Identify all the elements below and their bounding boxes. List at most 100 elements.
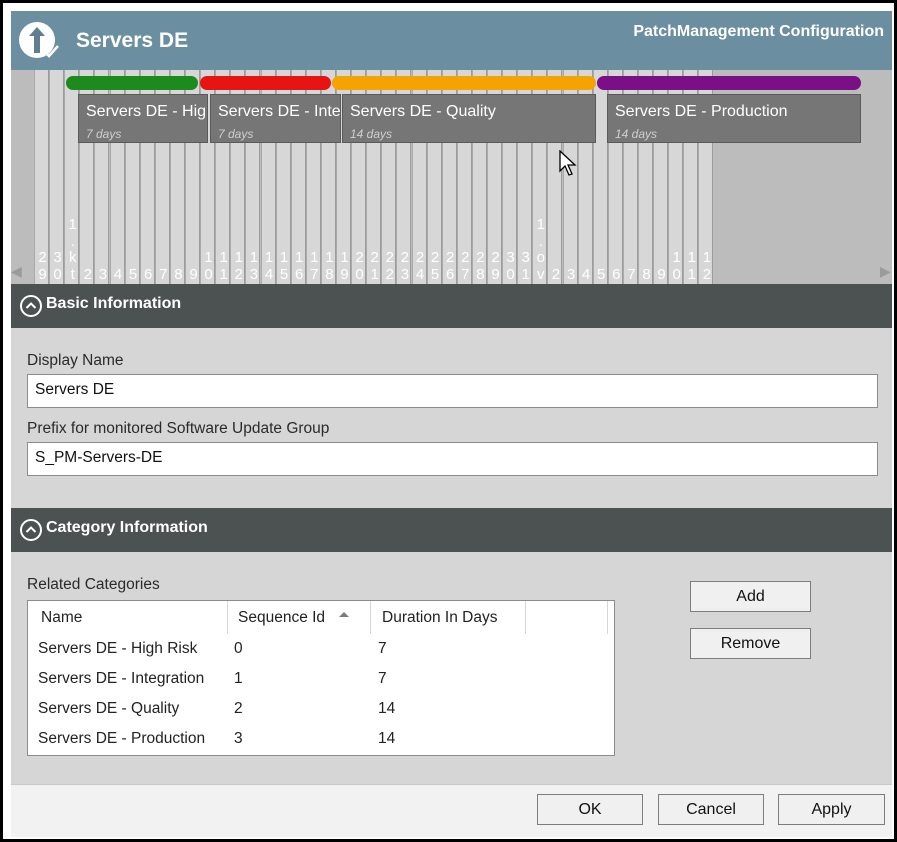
timeline-day-label: 14 <box>264 249 274 283</box>
timeline-day-label: 30 <box>53 249 62 283</box>
timeline-day-label: 6 <box>612 265 621 283</box>
timeline-day-label: 9 <box>189 265 198 283</box>
timeline-phase-name: Servers DE - Production <box>615 103 788 120</box>
timeline-phase-block[interactable]: Servers DE - Quality 14 days <box>342 94 596 143</box>
cell-sequence: 0 <box>234 640 243 657</box>
timeline-day-label: 17 <box>310 249 319 283</box>
cell-sequence: 3 <box>234 730 243 747</box>
timeline-day-label: 12 <box>702 249 712 283</box>
apply-button[interactable]: Apply <box>778 794 885 825</box>
timeline-phase-days: 7 days <box>218 127 254 141</box>
timeline-phase-name: Servers DE - Inte <box>218 103 341 120</box>
timeline-day-label: 1.ov <box>536 216 545 283</box>
timeline-day-label: 10 <box>672 249 681 283</box>
basic-information-header[interactable]: Basic Information <box>11 284 892 328</box>
timeline-day-label: 28 <box>476 249 485 283</box>
remove-button[interactable]: Remove <box>690 628 811 659</box>
cell-duration: 7 <box>378 640 387 657</box>
cell-name: Servers DE - Integration <box>38 670 205 687</box>
cell-duration: 14 <box>378 700 396 717</box>
ok-button[interactable]: OK <box>537 794 643 825</box>
column-header-duration[interactable]: Duration In Days <box>371 601 526 634</box>
collapse-chevron-icon[interactable] <box>20 519 42 541</box>
column-header-sequence-id[interactable]: Sequence Id <box>228 601 371 634</box>
timeline-phase-bar[interactable] <box>66 76 198 90</box>
timeline-day-label: 9 <box>657 265 666 283</box>
timeline-day-label: 30 <box>506 249 515 283</box>
timeline-day-label: 26 <box>446 249 455 283</box>
column-header-name[interactable]: Name <box>28 601 228 634</box>
column-header-label: Sequence Id <box>238 609 326 626</box>
table-row[interactable]: Servers DE - Production 3 14 <box>28 724 614 754</box>
timeline-day-label: 1.kt <box>68 216 77 283</box>
dialog-footer: OK Cancel Apply <box>11 784 892 837</box>
timeline-day-label: 8 <box>174 265 183 283</box>
timeline-phase-bar[interactable] <box>332 76 596 90</box>
mouse-cursor-icon <box>559 150 577 176</box>
sort-ascending-icon <box>339 612 349 617</box>
add-button[interactable]: Add <box>690 581 811 612</box>
timeline-day-label: 7 <box>159 265 168 283</box>
timeline-phase-name: Servers DE - Quality <box>350 103 496 120</box>
window-header: Servers DE PatchManagement Configuration <box>11 11 892 70</box>
app-name: PatchManagement Configuration <box>633 23 884 40</box>
section-title: Category Information <box>46 519 208 536</box>
collapse-chevron-icon[interactable] <box>20 295 42 317</box>
category-information-header[interactable]: Category Information <box>11 508 892 552</box>
timeline-day-column: 29 <box>34 70 49 284</box>
timeline-day-label: 7 <box>627 265 636 283</box>
timeline-phase-block[interactable]: Servers DE - Production 14 days <box>607 94 861 143</box>
cell-duration: 7 <box>378 670 387 687</box>
page-title: Servers DE <box>76 29 189 52</box>
prefix-field[interactable]: S_PM-Servers-DE <box>27 442 878 476</box>
cell-name: Servers DE - High Risk <box>38 640 198 657</box>
timeline-day-label: 18 <box>325 249 334 283</box>
timeline-phase-block[interactable]: Servers DE - Hig 7 days <box>78 94 208 143</box>
timeline-day-label: 10 <box>204 249 213 283</box>
timeline-day-label: 19 <box>340 249 349 283</box>
timeline-day-label: 11 <box>219 249 228 283</box>
cell-sequence: 1 <box>234 670 243 687</box>
checkmark-icon <box>43 45 59 58</box>
section-title: Basic Information <box>46 295 182 312</box>
timeline-day-label: 15 <box>279 249 289 283</box>
cell-sequence: 2 <box>234 700 243 717</box>
timeline-day-label: 8 <box>642 265 651 283</box>
timeline-day-label: 22 <box>385 249 394 283</box>
timeline-day-label: 27 <box>461 249 470 283</box>
column-header-empty <box>526 601 608 634</box>
related-categories-label: Related Categories <box>27 576 160 593</box>
timeline-day-label: 24 <box>415 249 425 283</box>
timeline-phase-days: 7 days <box>86 127 122 141</box>
timeline-day-label: 3 <box>566 265 576 283</box>
timeline-phase-days: 14 days <box>350 127 393 141</box>
scroll-right-icon[interactable]: ▶ <box>880 264 892 280</box>
timeline-day-label: 16 <box>295 249 304 283</box>
timeline-phase-bar[interactable] <box>597 76 861 90</box>
timeline-day-label: 5 <box>597 265 606 283</box>
column-header-label: Name <box>41 609 83 626</box>
display-name-field[interactable]: Servers DE <box>27 374 878 408</box>
scroll-left-icon[interactable]: ◀ <box>11 264 23 280</box>
timeline-day-label: 5 <box>128 265 138 283</box>
prefix-label: Prefix for monitored Software Update Gro… <box>27 420 330 437</box>
category-timeline[interactable]: 121110987654321.ov3130292827262524232221… <box>11 70 892 284</box>
timeline-phase-bar[interactable] <box>200 76 331 90</box>
table-row[interactable]: Servers DE - High Risk 0 7 <box>28 634 614 664</box>
timeline-day-label: 12 <box>234 249 243 283</box>
related-categories-table[interactable]: Name Sequence Id Duration In Days Server… <box>27 600 615 756</box>
timeline-day-label: 25 <box>430 249 440 283</box>
table-row[interactable]: Servers DE - Integration 1 7 <box>28 664 614 694</box>
table-row[interactable]: Servers DE - Quality 2 14 <box>28 694 614 724</box>
column-header-label: Duration In Days <box>382 609 498 626</box>
cell-duration: 14 <box>378 730 396 747</box>
timeline-phase-days: 14 days <box>615 127 658 141</box>
cancel-button[interactable]: Cancel <box>658 794 764 825</box>
timeline-day-label: 23 <box>400 249 410 283</box>
timeline-phase-block[interactable]: Servers DE - Inte 7 days <box>210 94 341 143</box>
timeline-day-column: 1.kt <box>64 70 80 284</box>
timeline-day-label: 4 <box>581 265 591 283</box>
timeline-day-label: 29 <box>491 249 500 283</box>
screenshot-frame: Servers DE PatchManagement Configuration… <box>0 0 897 842</box>
timeline-day-label: 4 <box>113 265 123 283</box>
